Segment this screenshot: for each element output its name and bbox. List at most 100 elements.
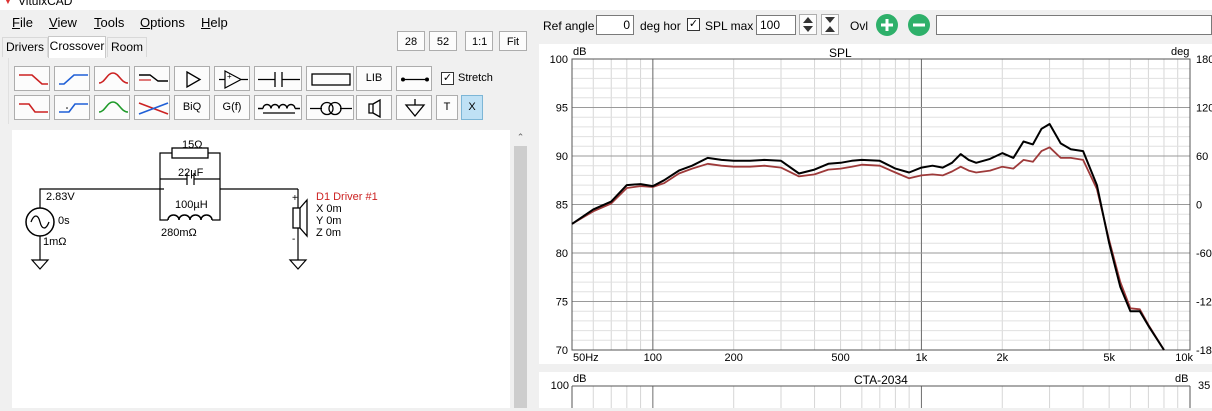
- source-resistance-label: 1mΩ: [43, 236, 67, 248]
- remove-overlay-button[interactable]: [908, 14, 930, 36]
- zoom-28-button[interactable]: 28: [397, 31, 425, 51]
- driver-y-label: Y 0m: [316, 215, 342, 227]
- y2-tick-label: -60: [1196, 248, 1212, 260]
- delete-tool[interactable]: X: [461, 95, 483, 120]
- menu-help[interactable]: Help: [201, 15, 228, 30]
- spl-max-label: SPL max: [705, 19, 754, 33]
- zoom-52-button[interactable]: 52: [429, 31, 457, 51]
- y2-tick-label: 60: [1196, 151, 1208, 163]
- source-voltage-label: 2.83V: [46, 191, 75, 203]
- text-tool[interactable]: T: [436, 95, 458, 120]
- bandpass-icon: [98, 72, 129, 84]
- cta-title: CTA-2034: [854, 373, 908, 387]
- driver-x-label: X 0m: [316, 203, 342, 215]
- y2-tick-label: -180: [1196, 345, 1212, 357]
- x-tick-label: 5k: [1103, 352, 1115, 364]
- lowpass-2-tool[interactable]: [14, 95, 50, 120]
- driver-name-label[interactable]: D1 Driver #1: [316, 191, 378, 203]
- resistor-icon: [311, 73, 351, 86]
- y-tick-label: 80: [556, 248, 568, 260]
- spl-y2label: deg: [1171, 46, 1190, 58]
- menu-file[interactable]: File: [12, 15, 33, 30]
- y-tick-label: 100: [550, 54, 568, 66]
- driver-tool[interactable]: [356, 95, 392, 120]
- transformer-tool[interactable]: [306, 95, 354, 120]
- ref-angle-input[interactable]: [596, 15, 634, 35]
- stretch-checkbox[interactable]: ✓: [441, 72, 454, 85]
- tab-room[interactable]: Room: [107, 37, 147, 57]
- buffer-tool[interactable]: [174, 66, 210, 91]
- y-tick-label: 75: [556, 297, 568, 309]
- spl-title: SPL: [829, 46, 852, 60]
- spl-fit-button[interactable]: [821, 14, 839, 35]
- scroll-up-icon[interactable]: ⌃: [512, 130, 529, 144]
- shelf-icon: [139, 74, 168, 82]
- highpass-tool[interactable]: [54, 66, 90, 91]
- add-overlay-button[interactable]: [876, 14, 898, 36]
- capacitor-value-label: 22µF: [178, 167, 204, 179]
- capacitor-tool[interactable]: [254, 66, 302, 91]
- svg-text:+: +: [227, 72, 232, 81]
- menu-tools[interactable]: Tools: [94, 15, 124, 30]
- cta-y-tick: 100: [550, 380, 569, 392]
- spl-up-down-button[interactable]: [799, 14, 817, 35]
- inductor-icon: [258, 103, 300, 114]
- library-tool[interactable]: LIB: [356, 66, 392, 91]
- x-tick-label: 10k: [1175, 352, 1193, 364]
- schematic-canvas[interactable]: 2.83V 0s 1mΩ 15Ω 22µF 100µH 280mΩ + - D1…: [12, 130, 510, 408]
- y2-tick-label: 120: [1196, 103, 1212, 115]
- ovl-label: Ovl: [850, 19, 868, 33]
- transfer-function-tool[interactable]: G(f): [214, 95, 250, 120]
- bandpass-tool[interactable]: [94, 66, 130, 91]
- notch-tool[interactable]: [134, 95, 170, 120]
- inductor-resistance-label: 280mΩ: [161, 227, 197, 239]
- y-tick-label: 90: [556, 151, 568, 163]
- spl-max-input[interactable]: [756, 15, 796, 35]
- spl-ylabel: dB: [573, 46, 587, 58]
- tab-crossover[interactable]: Crossover: [48, 36, 106, 58]
- bandpass-green-icon: [98, 101, 129, 113]
- window-title: VituixCAD: [18, 0, 73, 8]
- zoom-fit-button[interactable]: Fit: [499, 31, 527, 51]
- lowpass-icon: [19, 74, 48, 85]
- minus-icon: [913, 23, 925, 27]
- scrollbar-thumb[interactable]: [514, 146, 527, 408]
- buffer-icon: [186, 70, 202, 89]
- driver-minus-label: -: [292, 234, 296, 245]
- cta-y2label: dB: [1175, 373, 1189, 385]
- up-down-arrows-icon: [803, 17, 813, 32]
- x-tick-label: 100: [644, 352, 662, 364]
- highpass-2-tool[interactable]: [54, 95, 90, 120]
- x-tick-label: 200: [725, 352, 743, 364]
- lowpass-tool[interactable]: [14, 66, 50, 91]
- spl-max-checkbox[interactable]: ✓: [687, 18, 700, 31]
- ground-tool[interactable]: [396, 95, 432, 120]
- inductor-symbol: [167, 214, 213, 221]
- zoom-1to1-button[interactable]: 1:1: [465, 31, 493, 51]
- opamp-tool[interactable]: +: [214, 66, 250, 91]
- menu-view[interactable]: View: [49, 15, 77, 30]
- cta-y2-tick: 35: [1198, 380, 1211, 392]
- driver-plus-label: +: [292, 193, 298, 204]
- inductor-value-label: 100µH: [175, 199, 208, 211]
- inductor-tool[interactable]: [254, 95, 302, 120]
- title-bar: ▼ VituixCAD: [0, 0, 1212, 10]
- spl-chart[interactable]: 100 95 90 85 80 75 70 180 120 60 0 -60 -120 -180 50Hz 1…: [539, 44, 1212, 364]
- x-tick-label: 2k: [996, 352, 1008, 364]
- wire-tool[interactable]: [396, 66, 432, 91]
- transformer-icon: [310, 101, 352, 116]
- resistor-value-label: 15Ω: [182, 139, 203, 151]
- plus-icon: [881, 19, 893, 31]
- shelf-tool[interactable]: [134, 66, 170, 91]
- lowpass-step-icon: [19, 103, 48, 113]
- y-tick-label: 85: [556, 200, 568, 212]
- tab-drivers[interactable]: Drivers: [2, 37, 48, 57]
- overlay-name-input[interactable]: [936, 15, 1212, 35]
- x-tick-label: 1k: [916, 352, 928, 364]
- biquad-tool[interactable]: BiQ: [174, 95, 210, 120]
- resistor-tool[interactable]: [306, 66, 354, 91]
- cta-ylabel: dB: [573, 373, 587, 385]
- bandpass-2-tool[interactable]: [94, 95, 130, 120]
- crossover-schematic: [25, 147, 308, 270]
- menu-options[interactable]: Options: [140, 15, 185, 30]
